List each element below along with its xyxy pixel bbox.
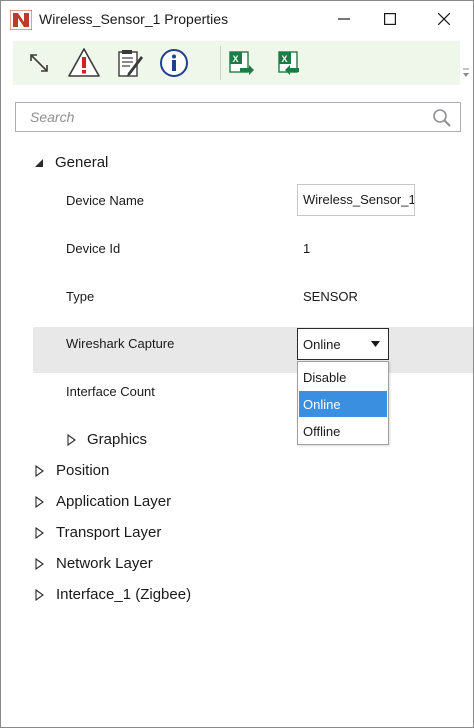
toolbar-separator xyxy=(220,46,221,80)
minimize-button[interactable] xyxy=(321,1,367,37)
wireshark-capture-label: Wireshark Capture xyxy=(66,336,175,351)
info-icon xyxy=(160,49,188,77)
expanded-arrow-icon[interactable] xyxy=(33,157,45,169)
group-interface-1[interactable]: Interface_1 (Zigbee) xyxy=(56,586,191,603)
device-id-value: 1 xyxy=(303,241,311,256)
option-disable[interactable]: Disable xyxy=(299,364,387,390)
group-position[interactable]: Position xyxy=(56,462,109,479)
collapsed-arrow-icon[interactable] xyxy=(33,465,45,477)
title-bar[interactable]: Wireless_Sensor_1 Properties xyxy=(1,1,473,37)
chevron-down-icon xyxy=(371,341,380,347)
excel-export-icon: X xyxy=(229,51,254,75)
notes-edit-icon xyxy=(118,50,143,77)
maximize-button[interactable] xyxy=(367,1,413,37)
wireshark-capture-dropdown: Disable Online Offline xyxy=(297,361,389,445)
toolbar-overflow-icon[interactable] xyxy=(460,67,472,79)
info-button[interactable] xyxy=(156,45,192,81)
type-label: Type xyxy=(66,289,95,304)
group-transport-layer[interactable]: Transport Layer xyxy=(56,524,161,541)
search-box xyxy=(15,102,461,132)
search-input[interactable] xyxy=(16,103,416,131)
wireshark-capture-select[interactable]: Online xyxy=(297,328,389,360)
group-graphics[interactable]: Graphics xyxy=(87,431,147,448)
collapsed-arrow-icon[interactable] xyxy=(33,589,45,601)
option-online[interactable]: Online xyxy=(299,391,387,417)
notes-button[interactable] xyxy=(111,45,147,81)
expand-collapse-button[interactable] xyxy=(21,45,57,81)
excel-import-button[interactable]: X xyxy=(268,45,304,81)
properties-window: Wireless_Sensor_1 Properties X X Search … xyxy=(0,0,474,728)
group-general[interactable]: General xyxy=(55,154,108,171)
group-network-layer[interactable]: Network Layer xyxy=(56,555,153,572)
search-icon[interactable] xyxy=(432,108,452,128)
svg-text:X: X xyxy=(282,54,288,64)
device-name-field[interactable]: Wireless_Sensor_1 xyxy=(297,184,415,216)
type-value: SENSOR xyxy=(303,289,358,304)
excel-import-icon: X xyxy=(278,51,299,75)
maximize-icon xyxy=(384,13,396,25)
collapsed-arrow-icon[interactable] xyxy=(33,558,45,570)
warning-icon xyxy=(68,48,100,77)
toolbar: X X xyxy=(13,41,460,85)
expand-collapse-icon xyxy=(30,54,48,72)
interface-count-label: Interface Count xyxy=(66,384,155,399)
device-id-label: Device Id xyxy=(66,241,121,256)
excel-export-button[interactable]: X xyxy=(223,45,259,81)
close-icon xyxy=(438,13,450,25)
window-title: Wireless_Sensor_1 Properties xyxy=(39,11,229,27)
close-button[interactable] xyxy=(421,1,467,37)
wireshark-capture-value: Online xyxy=(303,337,341,352)
warning-button[interactable] xyxy=(66,45,102,81)
collapsed-arrow-icon[interactable] xyxy=(33,527,45,539)
collapsed-arrow-icon[interactable] xyxy=(33,496,45,508)
svg-text:X: X xyxy=(233,54,239,64)
minimize-icon xyxy=(338,18,350,20)
device-name-label: Device Name xyxy=(66,193,145,208)
netsim-logo-icon xyxy=(10,10,32,30)
collapsed-arrow-icon[interactable] xyxy=(65,434,77,446)
option-offline[interactable]: Offline xyxy=(299,418,387,444)
group-application-layer[interactable]: Application Layer xyxy=(56,493,171,510)
